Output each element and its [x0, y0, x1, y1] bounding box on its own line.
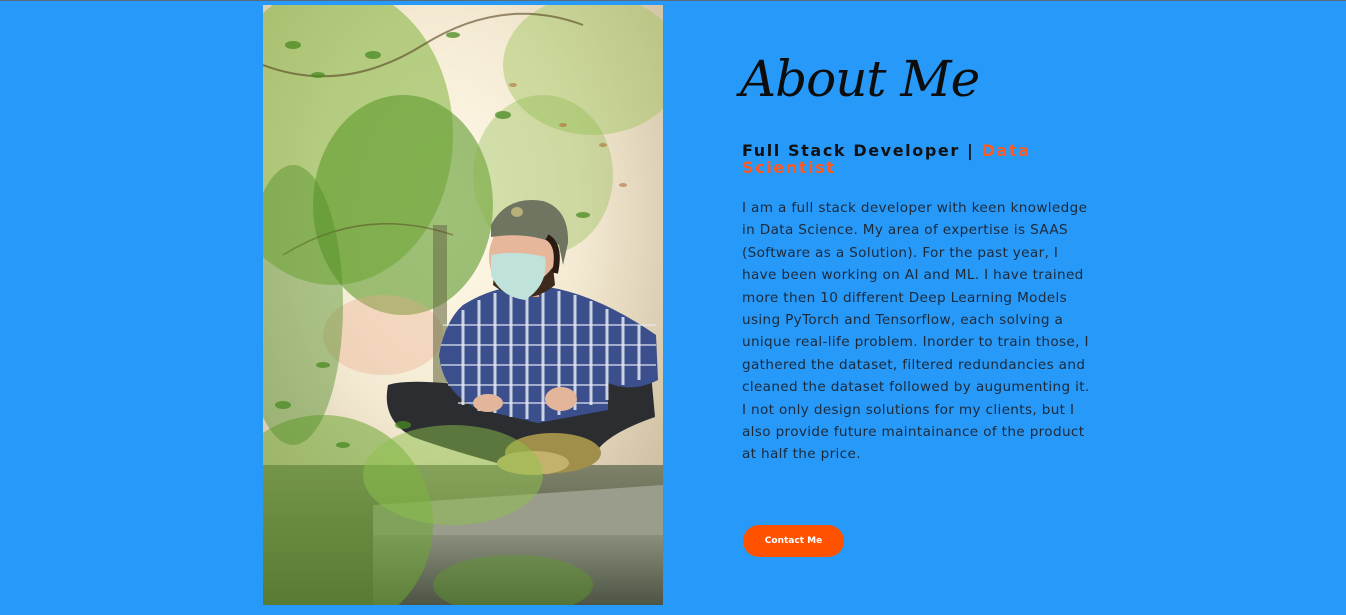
profile-photo: [263, 5, 663, 605]
about-title: About Me: [740, 50, 980, 108]
top-divider: [0, 0, 1346, 1]
contact-me-button[interactable]: Contact Me: [743, 525, 844, 557]
bio-paragraph: I am a full stack developer with keen kn…: [742, 200, 1090, 463]
role-heading: Full Stack Developer | Data Scientist: [742, 142, 1042, 176]
